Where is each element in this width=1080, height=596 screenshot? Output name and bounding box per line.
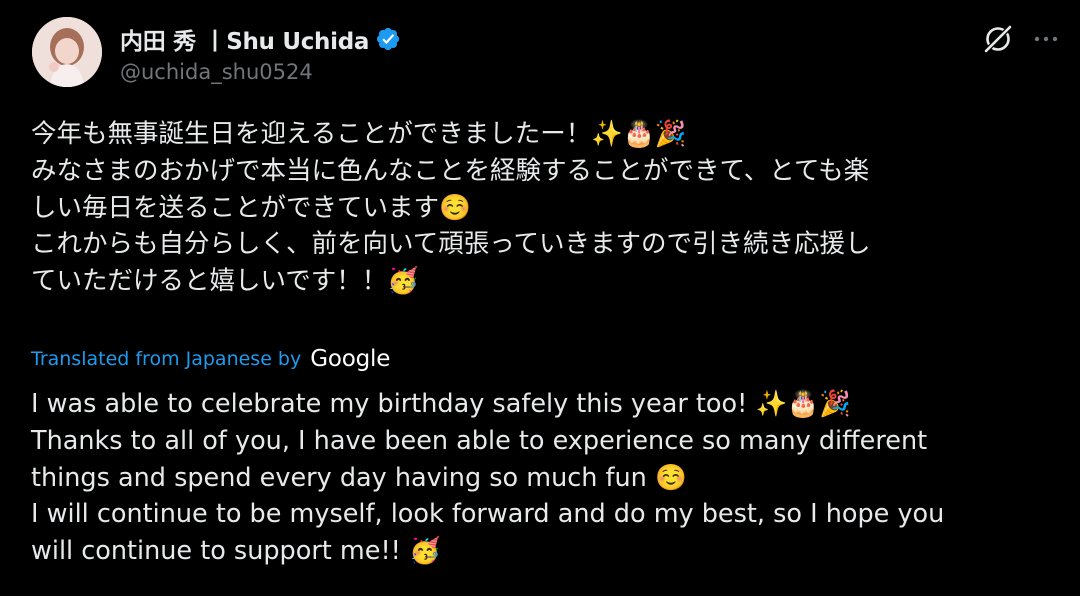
google-logo: Google xyxy=(310,346,391,372)
more-options-icon[interactable] xyxy=(1031,26,1061,52)
verified-badge-icon[interactable] xyxy=(375,26,401,52)
tweet-text: 今年も無事誕生日を迎えることができましたー！✨🎂🎉 みなさまのおかげで本当に色ん… xyxy=(31,116,1051,300)
avatar-photo xyxy=(32,17,102,87)
tweet-text-line: ていただけると嬉しいです！！🥳 xyxy=(31,266,419,297)
translation-text-line: Thanks to all of you, I have been able t… xyxy=(31,425,928,456)
tweet-text-line: みなさまのおかげで本当に色んなことを経験することができて、とても楽 xyxy=(31,155,870,186)
tweet-text-line: しい毎日を送ることができています☺️ xyxy=(31,192,471,223)
author-handle[interactable]: @uchida_shu0524 xyxy=(120,60,313,84)
grok-icon[interactable] xyxy=(981,22,1015,56)
translation-text-line: things and spend every day having so muc… xyxy=(31,462,687,493)
translation-text: I was able to celebrate my birthday safe… xyxy=(31,386,1051,570)
author-display-name[interactable]: 内田 秀 丨Shu Uchida xyxy=(120,22,369,56)
tweet-text-line: これからも自分らしく、前を向いて頑張っていきますので引き続き応援し xyxy=(31,229,871,260)
tweet: 内田 秀 丨Shu Uchida @uchida_shu0524 今年も無事誕生… xyxy=(0,0,1080,596)
translation-text-line: I was able to celebrate my birthday safe… xyxy=(31,389,851,419)
translation-attribution[interactable]: Translated from Japanese by Google xyxy=(31,342,390,376)
author-name-row[interactable]: 内田 秀 丨Shu Uchida xyxy=(120,22,401,56)
avatar[interactable] xyxy=(32,17,102,87)
translated-from-link[interactable]: Translated from Japanese by xyxy=(31,348,301,370)
translation-text-line: I will continue to be myself, look forwa… xyxy=(31,499,945,530)
tweet-text-line: 今年も無事誕生日を迎えることができましたー！✨🎂🎉 xyxy=(31,119,687,149)
translation-text-line: will continue to support me!! 🥳 xyxy=(31,536,441,567)
